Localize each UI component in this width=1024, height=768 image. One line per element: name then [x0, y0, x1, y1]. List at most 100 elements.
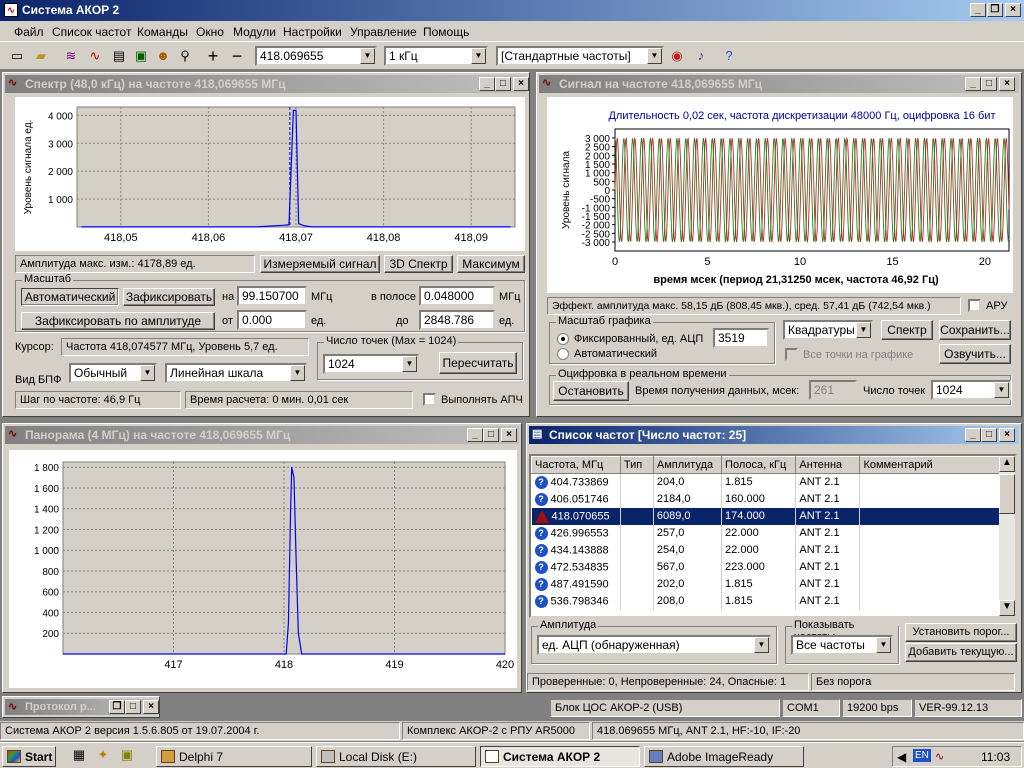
close-icon[interactable]: ×	[501, 428, 517, 442]
chevron-down-icon[interactable]: ▼	[994, 382, 1009, 398]
table-row[interactable]: ? 487.491590 202,0 1.815 ANT 2.1	[531, 575, 1001, 593]
record-icon[interactable]: ◉	[666, 46, 688, 66]
apch-checkbox[interactable]	[423, 393, 436, 406]
plus-icon[interactable]: +	[202, 46, 224, 66]
restore-icon[interactable]: ❐	[109, 700, 125, 714]
task-imageready[interactable]: Adobe ImageReady	[644, 746, 804, 767]
scroll-down-icon[interactable]: ▼	[999, 600, 1015, 616]
explorer-icon[interactable]: ▣	[116, 745, 138, 765]
measured-signal-button[interactable]: Измеряемый сигнал	[260, 255, 380, 273]
people-icon[interactable]: ☻	[152, 46, 174, 66]
menu-commands[interactable]: Команды	[137, 25, 188, 39]
spectrum-button[interactable]: Спектр	[881, 320, 933, 340]
menu-settings[interactable]: Настройки	[283, 25, 342, 39]
close-icon[interactable]: ×	[999, 77, 1015, 91]
fix-scale-button[interactable]: Зафиксировать	[123, 288, 215, 306]
minimize-icon[interactable]: _	[479, 77, 495, 91]
maximum-button[interactable]: Максимум	[457, 255, 525, 273]
akor-tray-icon[interactable]: ∿	[935, 750, 944, 763]
scroll-thumb[interactable]	[999, 474, 1015, 514]
open-folder-icon[interactable]: ▰	[30, 46, 52, 66]
chevron-down-icon[interactable]: ▼	[471, 48, 486, 64]
amp-to-input[interactable]: 2848.786	[419, 310, 495, 330]
band-input[interactable]: 0.048000	[419, 286, 495, 306]
points-combo[interactable]: 1024 ▼	[323, 354, 419, 374]
fft-type-combo[interactable]: Обычный ▼	[69, 363, 157, 383]
chevron-down-icon[interactable]: ▼	[876, 637, 891, 653]
center-freq-input[interactable]: 99.150700	[237, 286, 307, 306]
chevron-down-icon[interactable]: ▼	[754, 637, 769, 653]
desktop-icon[interactable]: ▦	[68, 745, 90, 765]
minimize-icon[interactable]: _	[467, 428, 483, 442]
table-row[interactable]: 418.070655 6089,0 174.000 ANT 2.1	[531, 507, 1001, 525]
auto-scale-radio[interactable]	[557, 348, 569, 360]
3d-spectrum-button[interactable]: 3D Спектр	[384, 255, 453, 273]
maximize-icon[interactable]: □	[495, 77, 511, 91]
show-freq-combo[interactable]: Все частоты ▼	[791, 635, 893, 655]
fixed-scale-radio[interactable]	[557, 333, 569, 345]
scrollbar[interactable]: ▲ ▼	[999, 456, 1015, 616]
column-header[interactable]: Антенна	[795, 456, 861, 474]
menu-freq-list[interactable]: Список частот	[52, 25, 131, 39]
task-local-disk[interactable]: Local Disk (E:)	[316, 746, 476, 767]
menu-control[interactable]: Управление	[350, 25, 417, 39]
minimize-icon[interactable]: _	[965, 77, 981, 91]
table-row[interactable]: ? 404.733869 204,0 1.815 ANT 2.1	[531, 473, 1001, 491]
speaker-icon[interactable]: ◀	[897, 750, 906, 764]
freq-set-combo[interactable]: [Стандартные частоты] ▼	[496, 46, 664, 66]
close-icon[interactable]: ×	[999, 428, 1015, 442]
column-header[interactable]: Комментарий	[859, 456, 1001, 474]
document-icon[interactable]: ▤	[108, 46, 130, 66]
task-delphi[interactable]: Delphi 7	[156, 746, 312, 767]
chevron-down-icon[interactable]: ▼	[402, 356, 417, 372]
panorama-chart[interactable]: 417 418 419 420 200 400 600 800 1 000 1 200 1 400 1…	[9, 450, 517, 688]
close-icon[interactable]: ×	[1005, 3, 1021, 17]
save-button[interactable]: Сохранить...	[939, 320, 1011, 340]
mode-combo[interactable]: Квадратуры ▼	[783, 320, 873, 340]
start-button[interactable]: Start	[2, 746, 56, 767]
magnifier-icon[interactable]: ⚲	[174, 46, 196, 66]
menu-modules[interactable]: Модули	[233, 25, 276, 39]
restore-icon[interactable]: ❐	[987, 3, 1003, 17]
chevron-down-icon[interactable]: ▼	[647, 48, 662, 64]
fix-by-amplitude-button[interactable]: Зафиксировать по амплитуде	[21, 312, 215, 330]
menu-window[interactable]: Окно	[196, 25, 224, 39]
signal-chart[interactable]: Длительность 0,02 сек, частота дискретиз…	[547, 97, 1013, 293]
rt-points-combo[interactable]: 1024 ▼	[931, 380, 1011, 400]
stop-button[interactable]: Остановить	[553, 381, 629, 401]
table-row[interactable]: ? 426.996553 257,0 22.000 ANT 2.1	[531, 524, 1001, 542]
all-points-checkbox[interactable]	[785, 348, 798, 361]
column-header[interactable]: Тип	[619, 456, 654, 474]
table-row[interactable]: ? 406.051746 2184,0 160.000 ANT 2.1	[531, 490, 1001, 508]
fixed-scale-input[interactable]: 3519	[713, 328, 769, 348]
browser-icon[interactable]: ✦	[92, 745, 114, 765]
menu-help[interactable]: Помощь	[423, 25, 469, 39]
task-akor[interactable]: Система АКОР 2	[480, 746, 640, 767]
spectrum-chart[interactable]: 418,05 418,06 418,07 418,08 418,09 1 000 2 000…	[15, 97, 525, 251]
aru-checkbox[interactable]	[968, 299, 981, 312]
fft-scale-combo[interactable]: Линейная шкала ▼	[165, 363, 307, 383]
close-icon[interactable]: ×	[513, 77, 529, 91]
maximize-icon[interactable]: □	[483, 428, 499, 442]
set-threshold-button[interactable]: Установить порог...	[905, 623, 1017, 642]
amp-from-input[interactable]: 0.000	[237, 310, 307, 330]
step-combo[interactable]: 1 кГц ▼	[384, 46, 488, 66]
column-header[interactable]: Амплитуда	[652, 456, 723, 474]
column-header[interactable]: Полоса, кГц	[721, 456, 797, 474]
minimize-icon[interactable]: _	[965, 428, 981, 442]
language-indicator[interactable]: EN	[913, 749, 931, 762]
chevron-down-icon[interactable]: ▼	[856, 322, 871, 338]
menu-file[interactable]: Файл	[14, 25, 44, 39]
minimize-icon[interactable]: _	[970, 3, 986, 17]
close-icon[interactable]: ×	[143, 700, 159, 714]
signal-plot-area[interactable]: Длительность 0,02 сек, частота дискретиз…	[547, 97, 1013, 293]
auto-scale-button[interactable]: Автоматический	[21, 288, 119, 306]
column-header[interactable]: Частота, МГц	[531, 456, 621, 474]
chevron-down-icon[interactable]: ▼	[290, 365, 305, 381]
table-row[interactable]: ? 434.143888 254,0 22.000 ANT 2.1	[531, 541, 1001, 559]
drive-icon[interactable]: ▭	[6, 46, 28, 66]
panorama-plot-area[interactable]: 417 418 419 420 200 400 600 800 1 000 1 200 1 400 1…	[9, 450, 517, 688]
headphones-icon[interactable]: ♪	[690, 46, 712, 66]
maximize-icon[interactable]: □	[125, 700, 141, 714]
chevron-down-icon[interactable]: ▼	[140, 365, 155, 381]
